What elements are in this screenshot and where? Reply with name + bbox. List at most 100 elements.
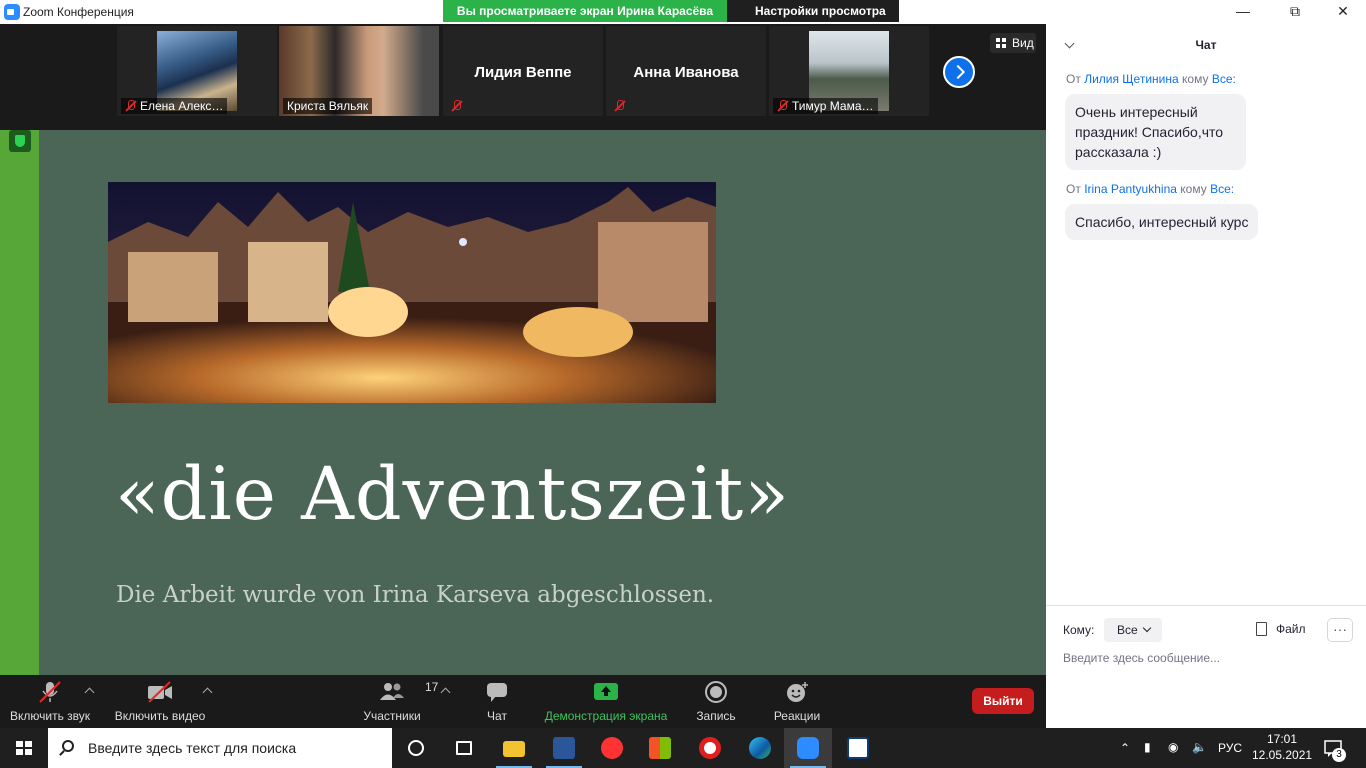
- message-meta: От Irina Pantyukhina кому Все:: [1066, 182, 1235, 196]
- chat-title: Чат: [1195, 38, 1217, 52]
- clock[interactable]: 17:01 12.05.2021: [1252, 731, 1312, 763]
- cortana-button[interactable]: [392, 728, 440, 768]
- record-label: Запись: [696, 709, 736, 723]
- participant-name: Лидия Веппе: [474, 64, 572, 81]
- participant-name: Анна Иванова: [633, 64, 739, 81]
- clock-time: 17:01: [1266, 732, 1298, 746]
- shared-screen: «die Adventszeit» Die Arbeit wurde von I…: [0, 130, 1046, 675]
- start-video-label: Включить видео: [114, 709, 206, 723]
- word-icon: [553, 737, 575, 759]
- windows-logo-icon: [16, 741, 32, 755]
- share-border: [0, 130, 39, 675]
- smiley-plus-icon: [784, 681, 810, 703]
- chat-label: Чат: [487, 709, 507, 723]
- chat-panel: Чат От Лилия Щетинина кому Все: Очень ин…: [1046, 24, 1366, 728]
- recipient-label: Кому:: [1063, 623, 1095, 637]
- restore-button[interactable]: ⧉: [1272, 0, 1318, 24]
- close-button[interactable]: ✕: [1320, 0, 1366, 24]
- battery-icon[interactable]: ▮: [1144, 740, 1151, 754]
- mic-muted-icon: [451, 100, 462, 112]
- reactions-label: Реакции: [773, 709, 821, 723]
- edge-icon: [749, 737, 771, 759]
- share-status-banner: Вы просматриваете экран Ирина Карасёва: [443, 0, 727, 22]
- participant-tile[interactable]: Тимур Мама…: [769, 26, 929, 116]
- mic-muted-icon: [125, 100, 136, 112]
- volume-icon[interactable]: 🔈: [1192, 740, 1207, 754]
- participant-tile[interactable]: Криста Вяльяк: [279, 26, 439, 116]
- taskbar-search[interactable]: Введите здесь текст для поиска: [48, 728, 392, 768]
- grid-icon: [996, 38, 1006, 48]
- christmas-market-photo: [108, 182, 716, 403]
- share-screen-button[interactable]: Демонстрация экрана: [543, 681, 669, 723]
- more-options-button[interactable]: ···: [1327, 618, 1353, 642]
- taskbar-store[interactable]: [636, 728, 684, 768]
- participant-status: [447, 98, 470, 114]
- participant-tile[interactable]: Лидия Веппе: [443, 26, 603, 116]
- recipient-name[interactable]: Все:: [1212, 72, 1236, 86]
- taskbar-yandex-app[interactable]: [588, 728, 636, 768]
- recipient-name[interactable]: Все:: [1210, 182, 1234, 196]
- taskbar-edge[interactable]: [736, 728, 784, 768]
- start-video-button[interactable]: Включить видео: [114, 681, 206, 723]
- participant-tile[interactable]: Анна Иванова: [606, 26, 766, 116]
- view-settings-label: Настройки просмотра: [755, 4, 886, 18]
- search-icon: [62, 740, 74, 752]
- participant-name-label: Елена Алекс…: [121, 98, 228, 114]
- taskbar-yandex-browser[interactable]: [686, 728, 734, 768]
- taskbar-solitaire[interactable]: [834, 728, 882, 768]
- view-label: Вид: [1012, 36, 1034, 50]
- view-settings-button[interactable]: Настройки просмотра ▼: [727, 0, 899, 39]
- notifications-button[interactable]: 3: [1322, 736, 1346, 762]
- taskbar-zoom[interactable]: [784, 728, 832, 768]
- share-screen-icon: [593, 681, 619, 703]
- network-icon[interactable]: ◉: [1168, 740, 1178, 754]
- yandex-icon: [601, 737, 623, 759]
- chat-message[interactable]: Спасибо, интересный курс: [1065, 204, 1259, 240]
- leave-button[interactable]: Выйти: [972, 688, 1034, 714]
- notification-count: 3: [1332, 748, 1346, 762]
- zoom-icon: [797, 737, 819, 759]
- participants-options-caret[interactable]: [440, 687, 451, 698]
- chat-bubble-icon: [484, 681, 510, 703]
- windows-taskbar: Введите здесь текст для поиска ⌃ ▮ ◉ 🔈 Р…: [0, 728, 1366, 768]
- reactions-button[interactable]: Реакции: [771, 681, 823, 723]
- next-page-button[interactable]: [943, 56, 975, 88]
- view-button[interactable]: Вид: [990, 33, 1036, 53]
- file-label: Файл: [1276, 622, 1306, 636]
- chat-button[interactable]: Чат: [476, 681, 518, 723]
- file-button[interactable]: Файл: [1254, 622, 1306, 636]
- slide-title: «die Adventszeit»: [115, 452, 790, 537]
- chevron-up-icon[interactable]: ⌃: [1120, 741, 1130, 755]
- sender-name[interactable]: Лилия Щетинина: [1084, 72, 1178, 86]
- task-view-button[interactable]: [440, 728, 488, 768]
- zoom-logo-icon: [4, 4, 20, 20]
- start-button[interactable]: [0, 728, 48, 768]
- slide-subtitle: Die Arbeit wurde von Irina Karseva abges…: [116, 582, 715, 608]
- unmute-button[interactable]: Включить звук: [10, 681, 90, 723]
- share-screen-label: Демонстрация экрана: [544, 709, 668, 723]
- record-icon: [703, 681, 729, 703]
- yandex-browser-icon: [699, 737, 721, 759]
- message-input[interactable]: Введите здесь сообщение...: [1063, 651, 1220, 665]
- participants-count: 17: [425, 680, 439, 694]
- circle-icon: [408, 740, 424, 756]
- mic-muted-icon: [614, 100, 625, 112]
- taskbar-word[interactable]: [540, 728, 588, 768]
- language-indicator[interactable]: РУС: [1218, 741, 1242, 755]
- participants-label: Участники: [363, 709, 421, 723]
- participant-tile[interactable]: Елена Алекс…: [117, 26, 277, 116]
- security-shield-icon[interactable]: [9, 130, 31, 152]
- taskbar-explorer[interactable]: [490, 728, 538, 768]
- unmute-label: Включить звук: [10, 709, 91, 723]
- sender-name[interactable]: Irina Pantyukhina: [1084, 182, 1177, 196]
- mic-muted-icon: [37, 681, 63, 703]
- recipient-select[interactable]: Все: [1104, 618, 1162, 642]
- window-title: Zoom Конференция: [23, 5, 134, 19]
- chat-message[interactable]: Очень интересный праздник! Спасибо,что р…: [1065, 94, 1246, 170]
- store-icon: [649, 737, 671, 759]
- record-button[interactable]: Запись: [693, 681, 739, 723]
- minimize-button[interactable]: —: [1220, 0, 1266, 24]
- clock-date: 12.05.2021: [1252, 748, 1313, 762]
- window-controls: — ⧉ ✕: [1046, 0, 1366, 24]
- participants-button[interactable]: 17 Участники: [362, 680, 438, 723]
